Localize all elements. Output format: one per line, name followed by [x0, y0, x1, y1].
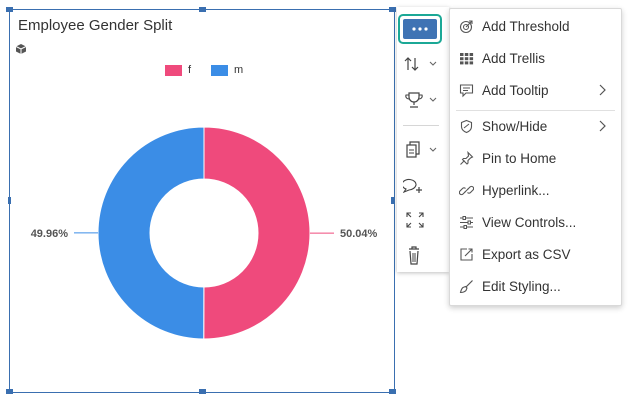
widget-toolbar — [397, 7, 449, 272]
tooltip-icon — [459, 83, 474, 97]
sort-icon — [404, 57, 437, 71]
more-options-button[interactable] — [398, 14, 442, 44]
add-comment-icon — [403, 178, 422, 193]
brush-icon — [459, 279, 473, 293]
rank-button[interactable] — [403, 89, 443, 111]
chevron-right-icon — [599, 84, 606, 96]
delete-button[interactable] — [403, 245, 443, 267]
menu-item-add-tooltip[interactable]: Add Tooltip — [450, 75, 621, 105]
export-icon — [460, 247, 473, 261]
menu-item-export-csv[interactable]: Export as CSV — [450, 239, 621, 269]
menu-label-add-trellis: Add Trellis — [482, 50, 546, 66]
menu-label-add-tooltip: Add Tooltip — [482, 82, 549, 98]
link-icon — [459, 185, 474, 195]
menu-item-pin-to-home[interactable]: Pin to Home — [450, 143, 621, 173]
menu-label-export-csv: Export as CSV — [482, 246, 571, 262]
grid-icon — [460, 52, 474, 64]
menu-label-show-hide: Show/Hide — [482, 118, 548, 134]
trophy-icon — [405, 92, 437, 108]
threshold-icon — [459, 19, 473, 33]
copy-icon — [406, 141, 437, 158]
resize-handle-bottom-left[interactable] — [6, 389, 13, 394]
chevron-right-icon — [599, 120, 606, 132]
shield-icon — [460, 119, 473, 133]
copy-button[interactable] — [403, 139, 443, 161]
resize-handle-bottom[interactable] — [199, 389, 206, 394]
menu-item-hyperlink[interactable]: Hyperlink... — [450, 175, 621, 205]
resize-handle-top[interactable] — [199, 7, 206, 12]
resize-handle-right[interactable] — [391, 197, 394, 204]
menu-label-view-controls: View Controls... — [482, 214, 577, 230]
fullscreen-icon — [406, 212, 424, 228]
donut-slice-f[interactable] — [203, 126, 311, 340]
context-menu: Add Threshold Add Trellis Add Tooltip Sh… — [449, 8, 622, 306]
fullscreen-button[interactable] — [403, 209, 443, 231]
menu-label-hyperlink: Hyperlink... — [482, 182, 550, 198]
resize-handle-top-right[interactable] — [389, 7, 396, 12]
sliders-icon — [460, 215, 473, 229]
menu-item-add-trellis[interactable]: Add Trellis — [450, 43, 621, 73]
resize-handle-top-left[interactable] — [6, 7, 13, 12]
menu-label-pin-to-home: Pin to Home — [482, 150, 557, 166]
menu-item-edit-styling[interactable]: Edit Styling... — [450, 271, 621, 301]
data-label-f: 50.04% — [340, 228, 378, 240]
more-icon — [412, 27, 428, 31]
sort-button[interactable] — [403, 53, 443, 75]
add-comment-button[interactable] — [403, 175, 443, 197]
chart-widget[interactable]: Employee Gender Split f m 50.04% 49.96% — [6, 7, 396, 394]
pin-icon — [460, 150, 474, 165]
data-label-m: 49.96% — [31, 228, 69, 240]
resize-handle-left[interactable] — [8, 197, 11, 204]
toolbar-separator — [403, 125, 439, 126]
donut-slice-m[interactable] — [97, 126, 205, 340]
menu-item-show-hide[interactable]: Show/Hide — [450, 111, 621, 141]
trash-icon — [409, 246, 419, 265]
resize-handle-bottom-right[interactable] — [389, 389, 396, 394]
menu-item-add-threshold[interactable]: Add Threshold — [450, 11, 621, 41]
menu-item-view-controls[interactable]: View Controls... — [450, 207, 621, 237]
donut-chart: 50.04% 49.96% — [31, 126, 378, 340]
menu-label-add-threshold: Add Threshold — [482, 18, 570, 34]
menu-label-edit-styling: Edit Styling... — [482, 278, 561, 294]
